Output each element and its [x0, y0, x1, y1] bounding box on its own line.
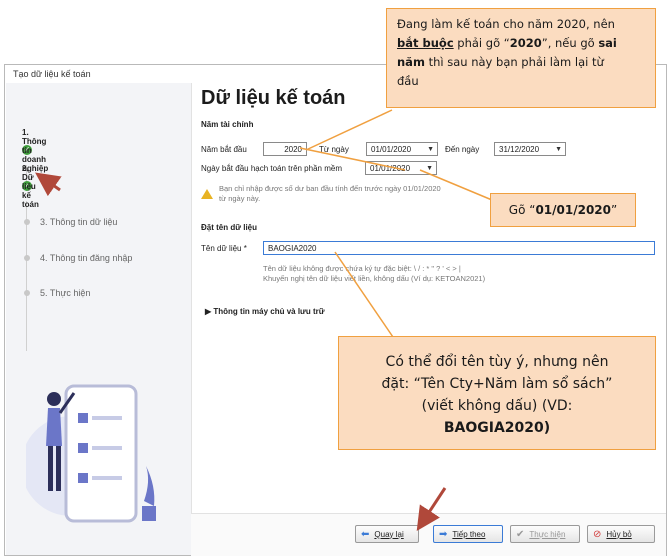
start-year-label: Năm bắt đầu	[201, 145, 247, 154]
server-info-label: Thông tin máy chủ và lưu trữ	[213, 307, 325, 316]
cancel-button[interactable]: ⊘ Hủy bỏ	[587, 525, 655, 543]
wizard-window: Tạo dữ liệu kế toán ✓ 1. Thông tin doanh…	[4, 64, 667, 556]
next-label: Tiếp theo	[452, 529, 486, 539]
from-date-value: 01/01/2020	[371, 145, 412, 154]
arrow-right-icon: ➡	[439, 528, 448, 540]
page-title: Dữ liệu kế toán	[201, 87, 346, 109]
callout-line: đặt: “Tên Cty+Năm làm sổ sách”	[381, 376, 613, 392]
server-info-expander[interactable]: ▶ Thông tin máy chủ và lưu trữ	[205, 307, 325, 316]
to-date-label: Đến ngày	[445, 145, 480, 154]
naming-section-title: Đặt tên dữ liệu	[201, 223, 258, 232]
steps-sidebar: ✓ 1. Thông tin doanh nghiệp ✓ 2. Dữ liệu…	[6, 83, 192, 555]
callout-line: năm thì sau này bạn phải làm lại từ	[397, 55, 604, 69]
step-label: 4. Thông tin đăng nhập	[40, 253, 133, 263]
dropdown-arrow-icon: ▼	[427, 146, 434, 153]
execute-button[interactable]: ✔ Thực hiện	[510, 525, 580, 543]
step-5: 5. Thực hiện	[22, 288, 90, 298]
date-callout: Gõ “01/01/2020”	[490, 193, 636, 227]
warning-icon	[201, 189, 213, 199]
name-hint-2: Khuyến nghị tên dữ liệu viết liền, không…	[263, 274, 486, 283]
software-start-label: Ngày bắt đầu hạch toán trên phần mềm	[201, 164, 342, 173]
callout-line: BAOGIA2020)	[443, 420, 551, 436]
step-label: 5. Thực hiện	[40, 288, 91, 298]
start-year-input[interactable]: 2020	[263, 142, 307, 156]
callout-line: Đang làm kế toán cho năm 2020, nên	[397, 17, 615, 31]
data-name-label: Tên dữ liệu *	[201, 244, 247, 253]
software-start-value: 01/01/2020	[370, 164, 411, 173]
step-1[interactable]: ✓ 1. Thông tin doanh nghiệp	[22, 128, 48, 173]
step-dot-icon	[24, 290, 30, 296]
callout-line: (viết không dấu) (VD:	[421, 398, 573, 414]
step-dot-icon	[24, 255, 30, 261]
cancel-label: Hủy bỏ	[606, 529, 632, 539]
name-callout: Có thể đổi tên tùy ý, nhưng nên đặt: “Tê…	[338, 336, 656, 450]
callout-line: Có thể đổi tên tùy ý, nhưng nên	[385, 354, 609, 370]
dropdown-arrow-icon: ▼	[426, 165, 433, 172]
dropdown-arrow-icon: ▼	[555, 146, 562, 153]
callout-line: đầu	[397, 74, 419, 88]
back-label: Quay lại	[374, 529, 404, 539]
back-button[interactable]: ⬅ Quay lại	[355, 525, 419, 543]
year-callout: Đang làm kế toán cho năm 2020, nên bắt b…	[386, 8, 656, 108]
arrow-left-icon: ⬅	[361, 528, 370, 540]
callout-line: bắt buộc phải gõ “2020”, nếu gõ sai	[397, 36, 617, 50]
software-start-picker[interactable]: 01/01/2020 ▼	[365, 161, 437, 175]
execute-label: Thực hiện	[529, 529, 566, 539]
from-date-picker[interactable]: 01/01/2020 ▼	[366, 142, 438, 156]
step-dot-icon	[24, 219, 30, 225]
to-date-value: 31/12/2020	[499, 145, 540, 154]
check-icon: ✔	[516, 528, 525, 540]
step-4: 4. Thông tin đăng nhập	[22, 253, 132, 263]
window-title: Tạo dữ liệu kế toán	[13, 69, 91, 79]
cancel-icon: ⊘	[593, 528, 602, 540]
warning-text-2: từ ngày này.	[219, 194, 261, 203]
step-2[interactable]: ✓ 2. Dữ liệu kế toán	[22, 164, 40, 209]
step-3: 3. Thông tin dữ liệu	[22, 217, 117, 227]
fiscal-section-title: Năm tài chính	[201, 120, 254, 129]
illustration-image	[26, 384, 156, 523]
name-hint-1: Tên dữ liệu không được chứa ký tự đặc bi…	[263, 264, 461, 273]
step-label: 3. Thông tin dữ liệu	[40, 217, 118, 227]
from-date-label: Từ ngày	[319, 145, 349, 154]
step-label: 2. Dữ liệu kế toán	[22, 163, 39, 209]
to-date-picker[interactable]: 31/12/2020 ▼	[494, 142, 566, 156]
warning-text-1: Bạn chỉ nhập được số dư ban đầu tính đến…	[219, 184, 441, 193]
data-name-input[interactable]: BAOGIA2020	[263, 241, 655, 255]
next-button[interactable]: ➡ Tiếp theo	[433, 525, 503, 543]
